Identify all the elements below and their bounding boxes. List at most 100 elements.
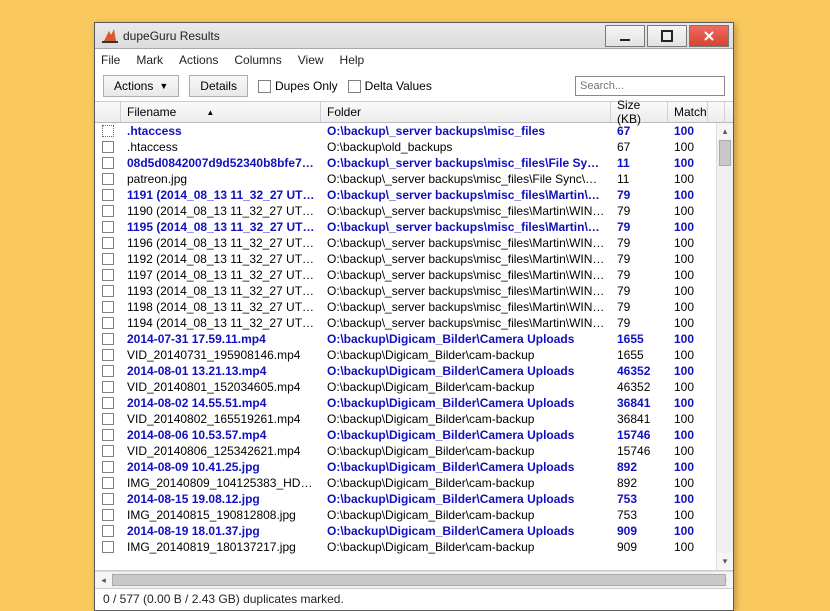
dupes-only-label: Dupes Only (275, 79, 338, 93)
table-row[interactable]: 1198 (2014_08_13 11_32_27 UTC).001O:\bac… (95, 299, 733, 315)
row-checkbox[interactable] (95, 541, 121, 553)
table-row[interactable]: 1192 (2014_08_13 11_32_27 UTC).001O:\bac… (95, 251, 733, 267)
scroll-track[interactable] (717, 140, 733, 553)
row-checkbox[interactable] (95, 397, 121, 409)
row-checkbox[interactable] (95, 141, 121, 153)
scroll-track[interactable] (112, 572, 716, 588)
cell-size: 11 (611, 156, 668, 170)
table-row[interactable]: 2014-08-06 10.53.57.mp4O:\backup\Digicam… (95, 427, 733, 443)
row-checkbox[interactable] (95, 525, 121, 537)
table-row[interactable]: 1196 (2014_08_13 11_32_27 UTC).001O:\bac… (95, 235, 733, 251)
row-checkbox[interactable] (95, 189, 121, 201)
row-checkbox[interactable] (95, 125, 121, 137)
menu-actions[interactable]: Actions (179, 53, 218, 67)
table-row[interactable]: IMG_20140815_190812808.jpgO:\backup\Digi… (95, 507, 733, 523)
table-row[interactable]: patreon.jpgO:\backup\_server backups\mis… (95, 171, 733, 187)
menu-help[interactable]: Help (340, 53, 365, 67)
header-folder[interactable]: Folder (321, 102, 611, 122)
app-icon (101, 27, 119, 45)
table-row[interactable]: VID_20140731_195908146.mp4O:\backup\Digi… (95, 347, 733, 363)
table-row[interactable]: IMG_20140819_180137217.jpgO:\backup\Digi… (95, 539, 733, 555)
table-row[interactable]: 08d5d0842007d9d52340b8bfe7a02...O:\backu… (95, 155, 733, 171)
row-checkbox[interactable] (95, 349, 121, 361)
minimize-button[interactable] (605, 25, 645, 47)
row-checkbox[interactable] (95, 413, 121, 425)
table-row[interactable]: 1191 (2014_08_13 11_32_27 UTC).001O:\bac… (95, 187, 733, 203)
row-checkbox[interactable] (95, 269, 121, 281)
cell-filename: 1198 (2014_08_13 11_32_27 UTC).001 (121, 300, 321, 314)
table-row[interactable]: 2014-08-15 19.08.12.jpgO:\backup\Digicam… (95, 491, 733, 507)
details-button[interactable]: Details (189, 75, 248, 97)
cell-size: 909 (611, 540, 668, 554)
table-row[interactable]: 1194 (2014_08_13 11_32_27 UTC).001O:\bac… (95, 315, 733, 331)
row-checkbox[interactable] (95, 317, 121, 329)
cell-match: 100 (668, 220, 708, 234)
row-checkbox[interactable] (95, 221, 121, 233)
table-row[interactable]: 1197 (2014_08_13 11_32_27 UTC).001O:\bac… (95, 267, 733, 283)
close-button[interactable] (689, 25, 729, 47)
maximize-button[interactable] (647, 25, 687, 47)
checkbox-icon (102, 205, 114, 217)
row-checkbox[interactable] (95, 301, 121, 313)
header-match[interactable]: Match (668, 102, 708, 122)
cell-folder: O:\backup\old_backups (321, 140, 611, 154)
table-row[interactable]: .htaccessO:\backup\old_backups67100 (95, 139, 733, 155)
details-label: Details (200, 79, 237, 93)
row-checkbox[interactable] (95, 429, 121, 441)
table-row[interactable]: 1193 (2014_08_13 11_32_27 UTC).001O:\bac… (95, 283, 733, 299)
header-filename[interactable]: Filename ▲ (121, 102, 321, 122)
row-checkbox[interactable] (95, 173, 121, 185)
row-checkbox[interactable] (95, 477, 121, 489)
row-checkbox[interactable] (95, 205, 121, 217)
actions-dropdown[interactable]: Actions ▼ (103, 75, 179, 97)
row-checkbox[interactable] (95, 381, 121, 393)
delta-values-checkbox[interactable]: Delta Values (348, 79, 432, 93)
menu-file[interactable]: File (101, 53, 120, 67)
row-checkbox[interactable] (95, 445, 121, 457)
menu-mark[interactable]: Mark (136, 53, 163, 67)
cell-filename: 1194 (2014_08_13 11_32_27 UTC).001 (121, 316, 321, 330)
row-checkbox[interactable] (95, 509, 121, 521)
header-size[interactable]: Size (KB) (611, 102, 668, 122)
scroll-up-icon[interactable]: ▴ (717, 123, 733, 140)
scroll-thumb[interactable] (112, 574, 726, 586)
table-row[interactable]: 2014-08-19 18.01.37.jpgO:\backup\Digicam… (95, 523, 733, 539)
scroll-down-icon[interactable]: ▾ (717, 553, 733, 570)
row-checkbox[interactable] (95, 157, 121, 169)
row-checkbox[interactable] (95, 365, 121, 377)
horizontal-scrollbar[interactable]: ◂ ▸ (95, 571, 733, 588)
cell-size: 1655 (611, 348, 668, 362)
table-row[interactable]: 2014-08-02 14.55.51.mp4O:\backup\Digicam… (95, 395, 733, 411)
table-row[interactable]: 2014-08-09 10.41.25.jpgO:\backup\Digicam… (95, 459, 733, 475)
cell-filename: IMG_20140815_190812808.jpg (121, 508, 321, 522)
menu-columns[interactable]: Columns (234, 53, 281, 67)
table-row[interactable]: 1195 (2014_08_13 11_32_27 UTC).001O:\bac… (95, 219, 733, 235)
table-row[interactable]: VID_20140801_152034605.mp4O:\backup\Digi… (95, 379, 733, 395)
dupes-only-checkbox[interactable]: Dupes Only (258, 79, 338, 93)
table-row[interactable]: VID_20140806_125342621.mp4O:\backup\Digi… (95, 443, 733, 459)
scroll-thumb[interactable] (719, 140, 731, 166)
row-checkbox[interactable] (95, 253, 121, 265)
vertical-scrollbar[interactable]: ▴ ▾ (716, 123, 733, 570)
row-checkbox[interactable] (95, 333, 121, 345)
table-row[interactable]: 2014-08-01 13.21.13.mp4O:\backup\Digicam… (95, 363, 733, 379)
cell-size: 79 (611, 252, 668, 266)
cell-filename: VID_20140806_125342621.mp4 (121, 444, 321, 458)
row-checkbox[interactable] (95, 285, 121, 297)
search-input[interactable] (575, 76, 725, 96)
titlebar[interactable]: dupeGuru Results (95, 23, 733, 49)
row-checkbox[interactable] (95, 461, 121, 473)
checkbox-icon (102, 189, 114, 201)
table-row[interactable]: .htaccessO:\backup\_server backups\misc_… (95, 123, 733, 139)
header-checkbox[interactable] (95, 102, 121, 122)
table-row[interactable]: IMG_20140809_104125383_HDR.jpgO:\backup\… (95, 475, 733, 491)
scroll-left-icon[interactable]: ◂ (95, 572, 112, 588)
table-row[interactable]: 2014-07-31 17.59.11.mp4O:\backup\Digicam… (95, 331, 733, 347)
results-rows[interactable]: .htaccessO:\backup\_server backups\misc_… (95, 123, 733, 571)
cell-match: 100 (668, 460, 708, 474)
table-row[interactable]: 1190 (2014_08_13 11_32_27 UTC).001O:\bac… (95, 203, 733, 219)
menu-view[interactable]: View (298, 53, 324, 67)
row-checkbox[interactable] (95, 493, 121, 505)
table-row[interactable]: VID_20140802_165519261.mp4O:\backup\Digi… (95, 411, 733, 427)
row-checkbox[interactable] (95, 237, 121, 249)
